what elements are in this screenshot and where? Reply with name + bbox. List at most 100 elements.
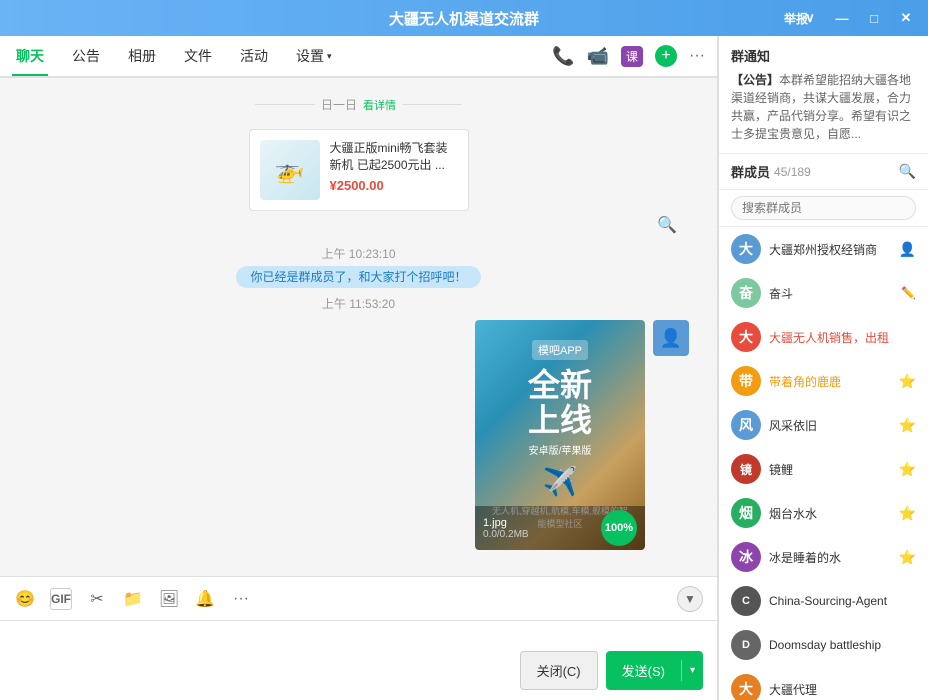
product-card[interactable]: 🚁 大疆正版mini畅飞套装 新机 已起2500元出 ... ¥2500.00 [20, 121, 697, 219]
send-dropdown-arrow[interactable]: ▾ [681, 660, 703, 681]
timestamp-2: 上午 11:53:20 [20, 295, 697, 312]
image-percent: 100% [601, 510, 637, 546]
member-item[interactable]: 镜 镜鲤 ⭐ [719, 447, 928, 491]
member-avatar: 大 [731, 322, 761, 352]
video-icon[interactable]: 📹 [587, 46, 609, 67]
member-item[interactable]: 带 带着角的鹿鹿 ⭐ [719, 359, 928, 403]
member-avatar: 冰 [731, 542, 761, 572]
member-name: 奋斗 [769, 285, 893, 302]
restore-btn[interactable]: □ [860, 4, 888, 32]
member-name: 带着角的鹿鹿 [769, 373, 891, 390]
system-message: 你已经是群成员了，和大家打个招呼吧！ [20, 268, 697, 285]
star-icon: ⭐ [899, 461, 916, 478]
product-image: 🚁 [260, 140, 320, 200]
class-icon[interactable]: 课 [621, 46, 643, 67]
notice-title: 群通知 [731, 46, 916, 65]
member-avatar: 大 [731, 674, 761, 700]
minimize-btn[interactable]: — [828, 4, 856, 32]
tab-album[interactable]: 相册 [124, 38, 160, 76]
star-icon: ⭐ [899, 549, 916, 566]
member-item[interactable]: 风 风采依旧 ⭐ [719, 403, 928, 447]
member-item[interactable]: 冰 冰是睡着的水 ⭐ [719, 535, 928, 579]
zoom-icon[interactable]: 🔍 [657, 217, 677, 234]
phone-icon[interactable]: 📞 [552, 46, 574, 67]
members-list: 大 大疆郑州授权经销商 👤 奋 奋斗 ✏️ 大 大疆无人机销售，出租 带 带着角… [719, 227, 928, 700]
chat-input[interactable] [14, 631, 703, 645]
chat-input-area: 关闭(C) 发送(S) ▾ [0, 620, 717, 700]
scroll-down-button[interactable]: ▼ [677, 586, 703, 612]
close-button[interactable]: 关闭(C) [520, 651, 598, 690]
image-size: 0.0/0.2MB [483, 529, 529, 540]
members-count: 45/189 [774, 165, 811, 179]
image-message-row: 模吧APP 全新 上线 安卓版/苹果版 ✈️ 无人机,穿越机,航模,车模,舰模的… [20, 320, 697, 550]
member-item[interactable]: 大 大疆郑州授权经销商 👤 [719, 227, 928, 271]
member-item[interactable]: 大 大疆代理 [719, 667, 928, 700]
member-name: 大疆郑州授权经销商 [769, 241, 891, 258]
chevron-down-icon: ▾ [327, 51, 332, 62]
product-price: ¥2500.00 [330, 178, 458, 193]
close-btn[interactable]: ✕ [892, 4, 920, 32]
chat-area: 聊天 公告 相册 文件 活动 设置 ▾ 📞 📹 课 + [0, 36, 718, 700]
tab-chat[interactable]: 聊天 [12, 38, 48, 76]
notice-highlight: 【公告】 [731, 73, 779, 87]
bell-icon[interactable]: 🔔 [194, 588, 216, 610]
send-button[interactable]: 发送(S) ▾ [606, 651, 703, 690]
scissors-icon[interactable]: ✂ [86, 588, 108, 610]
tab-settings[interactable]: 设置 ▾ [292, 38, 336, 76]
member-item[interactable]: 烟 烟台水水 ⭐ [719, 491, 928, 535]
more-tools-icon[interactable]: ··· [230, 588, 252, 610]
member-name: 镜鲤 [769, 461, 891, 478]
image-filename: 1.jpg [483, 517, 529, 529]
edit-icon[interactable]: ✏️ [901, 286, 916, 300]
sidebar: 群通知 【公告】本群希望能招纳大疆各地渠道经销商，共谋大疆发展，合力共赢，产品代… [718, 36, 928, 700]
window-title: 大疆无人机渠道交流群 [389, 8, 539, 29]
app-platforms: 安卓版/苹果版 [529, 442, 592, 457]
toy-plane-icon: ✈️ [543, 465, 578, 498]
member-avatar: D [731, 630, 761, 660]
member-avatar: 烟 [731, 498, 761, 528]
tab-notice[interactable]: 公告 [68, 38, 104, 76]
member-item-doomsday[interactable]: D Doomsday battleship [719, 623, 928, 667]
member-name: China-Sourcing-Agent [769, 594, 916, 608]
message-image-bubble[interactable]: 模吧APP 全新 上线 安卓版/苹果版 ✈️ 无人机,穿越机,航模,车模,舰模的… [475, 320, 645, 550]
members-search-box [719, 190, 928, 227]
main-container: 聊天 公告 相册 文件 活动 设置 ▾ 📞 📹 课 + [0, 36, 928, 700]
image-title: 全新 上线 [528, 368, 592, 438]
nav-actions: 📞 📹 课 + ··· [552, 45, 705, 67]
notice-text: 【公告】本群希望能招纳大疆各地渠道经销商，共谋大疆发展，合力共赢，产品代销分享。… [731, 71, 916, 143]
person-icon: 👤 [899, 241, 916, 258]
member-avatar: 风 [731, 410, 761, 440]
tab-activity[interactable]: 活动 [236, 38, 272, 76]
chat-buttons: 关闭(C) 发送(S) ▾ [14, 651, 703, 690]
gif-button[interactable]: GIF [50, 588, 72, 610]
tab-files[interactable]: 文件 [180, 38, 216, 76]
member-avatar: 镜 [731, 454, 761, 484]
chevron-down-btn[interactable]: ∨ [796, 4, 824, 32]
sender-avatar: 👤 [653, 320, 689, 356]
folder-icon[interactable]: 📁 [122, 588, 144, 610]
emoji-icon[interactable]: 😊 [14, 588, 36, 610]
member-item[interactable]: 大 大疆无人机销售，出租 [719, 315, 928, 359]
members-search-icon[interactable]: 🔍 [899, 163, 916, 180]
timestamp-1: 上午 10:23:10 [20, 245, 697, 262]
members-header: 群成员 45/189 🔍 [719, 154, 928, 190]
member-avatar: 大 [731, 234, 761, 264]
messages-area[interactable]: 日一日 看详情 🚁 大疆正版mini畅飞套装 新机 已起2500元出 ... ¥… [0, 78, 717, 576]
member-name: 风采依旧 [769, 417, 891, 434]
app-badge: 模吧APP [532, 340, 588, 360]
more-dots-icon[interactable]: ··· [689, 47, 705, 65]
members-title: 群成员 [731, 162, 770, 181]
members-search-input[interactable] [731, 196, 916, 220]
member-item[interactable]: C China-Sourcing-Agent [719, 579, 928, 623]
member-item[interactable]: 奋 奋斗 ✏️ [719, 271, 928, 315]
add-icon[interactable]: + [655, 45, 677, 67]
member-name: 大疆代理 [769, 681, 916, 698]
view-more-link[interactable]: 看详情 [363, 97, 396, 113]
member-name: 冰是睡着的水 [769, 549, 891, 566]
member-name: 烟台水水 [769, 505, 891, 522]
image-progress-bar: 1.jpg 0.0/0.2MB 100% [475, 506, 645, 550]
member-avatar: 带 [731, 366, 761, 396]
star-icon: ⭐ [899, 373, 916, 390]
image-icon[interactable]: 🖼 [158, 588, 180, 610]
member-avatar: 奋 [731, 278, 761, 308]
